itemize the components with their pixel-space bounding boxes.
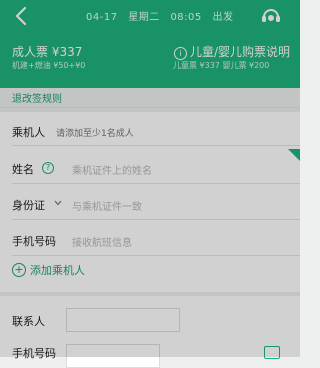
service-icon[interactable]: [260, 4, 282, 26]
info-icon: i: [174, 47, 187, 60]
flight-date-line: 04-17 星期二 08:05 出发: [86, 8, 240, 23]
add-passenger-button[interactable]: + 添加乘机人: [12, 262, 85, 278]
divider: [12, 219, 300, 220]
name-label: 姓名: [12, 163, 34, 176]
chevron-down-icon[interactable]: [54, 199, 62, 207]
name-input[interactable]: 乘机证件上的姓名: [72, 162, 152, 177]
phone-label: 手机号码: [12, 235, 56, 248]
flight-time: 08:05: [170, 12, 202, 23]
child-fare-link[interactable]: i 儿童/婴儿购票说明: [174, 43, 290, 60]
contact-name-label: 联系人: [12, 315, 45, 328]
id-type-label[interactable]: 身份证: [12, 197, 45, 213]
passenger-title: 乘机人: [12, 126, 45, 139]
fare-detail: 机建+燃油 ¥50+¥0: [12, 61, 86, 70]
refund-rules-link[interactable]: 退改签规则: [12, 90, 62, 105]
contact-phone-label: 手机号码: [12, 347, 56, 360]
contact-name-input[interactable]: [66, 308, 180, 332]
back-icon[interactable]: [14, 6, 28, 26]
help-icon[interactable]: ?: [42, 162, 54, 174]
order-header: 04-17 星期二 08:05 出发 成人票 ¥337 机建+燃油 ¥50+¥0…: [0, 0, 300, 88]
child-fare-detail: 儿童票 ¥337 婴儿票 ¥200: [173, 61, 270, 70]
contact-book-icon[interactable]: [264, 346, 280, 359]
add-icon: +: [12, 263, 26, 277]
child-fare-link-label: 儿童/婴儿购票说明: [190, 45, 291, 59]
add-passenger-label: 添加乘机人: [30, 264, 85, 277]
divider: [12, 183, 300, 184]
phone-input[interactable]: 接收航班信息: [72, 234, 132, 249]
passenger-title-hint: 请添加至少1名成人: [56, 129, 134, 139]
divider: [12, 145, 300, 146]
flight-weekday: 星期二: [128, 12, 160, 23]
divider: [12, 255, 300, 256]
adult-fare: 成人票 ¥337: [12, 45, 83, 59]
contact-phone-input[interactable]: [66, 344, 160, 368]
id-number-input[interactable]: 与乘机证件一致: [72, 198, 142, 213]
flight-date: 04-17: [86, 12, 118, 23]
departure-label: 出发: [212, 12, 234, 23]
corner-flag: [288, 149, 300, 161]
